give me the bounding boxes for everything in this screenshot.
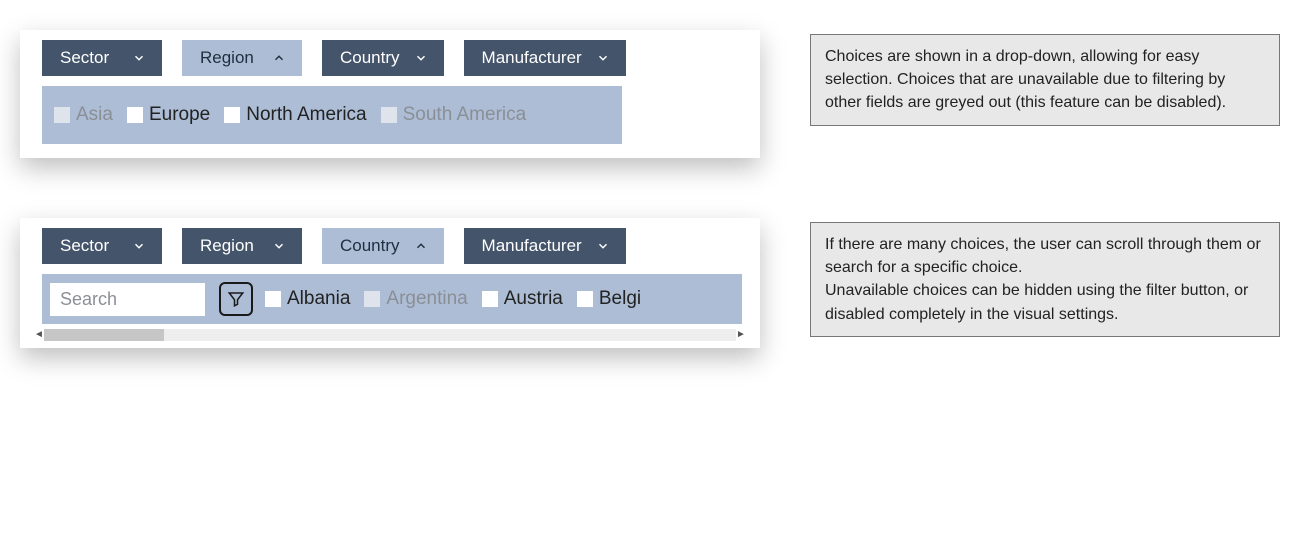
choice-label: Argentina [386, 288, 467, 310]
search-input[interactable] [50, 283, 205, 316]
chevron-down-icon [272, 239, 286, 253]
chevron-down-icon [132, 51, 146, 65]
filter-sector[interactable]: Sector [42, 228, 162, 264]
filter-label: Region [200, 48, 254, 68]
filter-sector[interactable]: Sector [42, 40, 162, 76]
choice-label: Asia [76, 104, 113, 126]
horizontal-scrollbar[interactable]: ◄ ► [34, 328, 746, 342]
checkbox-icon[interactable] [127, 107, 143, 123]
choice-asia[interactable]: Asia [54, 104, 123, 126]
filter-label: Region [200, 236, 254, 256]
choice-albania[interactable]: Albania [265, 288, 360, 310]
checkbox-icon[interactable] [265, 291, 281, 307]
choice-label: Belgi [599, 288, 641, 310]
filter-label: Manufacturer [482, 48, 582, 68]
choice-south-america[interactable]: South America [381, 104, 537, 126]
chevron-down-icon [596, 51, 610, 65]
filter-label: Country [340, 236, 400, 256]
checkbox-icon[interactable] [224, 107, 240, 123]
filter-bar: Sector Region Country Manufacturer [28, 38, 752, 86]
chevron-up-icon [272, 51, 286, 65]
checkbox-icon[interactable] [54, 107, 70, 123]
filter-region[interactable]: Region [182, 228, 302, 264]
scroll-right-icon[interactable]: ► [736, 330, 746, 340]
caption-1: Choices are shown in a drop-down, allowi… [810, 34, 1280, 126]
scroll-track[interactable] [44, 329, 736, 341]
chevron-down-icon [414, 51, 428, 65]
choices-dropdown-region: Asia Europe North America South America [42, 86, 622, 144]
choice-austria[interactable]: Austria [482, 288, 573, 310]
choice-europe[interactable]: Europe [127, 104, 220, 126]
filter-label: Manufacturer [482, 236, 582, 256]
example-row-2: Sector Region Country Manufacturer [20, 218, 1280, 348]
filter-country[interactable]: Country [322, 40, 444, 76]
choices-dropdown-country: Albania Argentina Austria Belgi [42, 274, 742, 324]
checkbox-icon[interactable] [381, 107, 397, 123]
checkbox-icon[interactable] [364, 291, 380, 307]
caption-2: If there are many choices, the user can … [810, 222, 1280, 337]
funnel-icon [227, 290, 245, 308]
choice-argentina[interactable]: Argentina [364, 288, 477, 310]
chevron-down-icon [596, 239, 610, 253]
checkbox-icon[interactable] [482, 291, 498, 307]
chevron-up-icon [414, 239, 428, 253]
choice-label: North America [246, 104, 366, 126]
filter-bar: Sector Region Country Manufacturer [28, 226, 752, 274]
scroll-left-icon[interactable]: ◄ [34, 330, 44, 340]
filter-panel-2: Sector Region Country Manufacturer [20, 218, 760, 348]
filter-manufacturer[interactable]: Manufacturer [464, 40, 626, 76]
scroll-thumb[interactable] [44, 329, 164, 341]
choice-label: Europe [149, 104, 210, 126]
choice-label: Austria [504, 288, 563, 310]
checkbox-icon[interactable] [577, 291, 593, 307]
filter-panel-1: Sector Region Country Manufacturer [20, 30, 760, 158]
chevron-down-icon [132, 239, 146, 253]
filter-label: Country [340, 48, 400, 68]
filter-label: Sector [60, 48, 109, 68]
filter-region[interactable]: Region [182, 40, 302, 76]
filter-manufacturer[interactable]: Manufacturer [464, 228, 626, 264]
choice-label: Albania [287, 288, 350, 310]
filter-button[interactable] [219, 282, 253, 316]
filter-label: Sector [60, 236, 109, 256]
filter-country[interactable]: Country [322, 228, 444, 264]
choice-north-america[interactable]: North America [224, 104, 376, 126]
choice-belgium-truncated[interactable]: Belgi [577, 288, 651, 310]
example-row-1: Sector Region Country Manufacturer [20, 30, 1280, 158]
choice-label: South America [403, 104, 527, 126]
